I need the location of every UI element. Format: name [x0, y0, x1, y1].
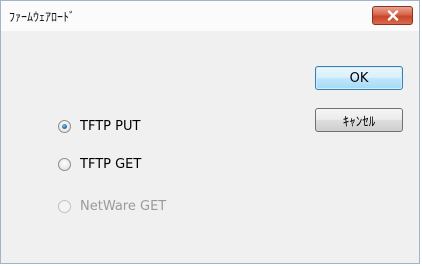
radio-tftp-put[interactable]: TFTP PUT	[58, 119, 140, 134]
ok-button-label: OK	[349, 70, 369, 86]
radio-label-tftp-put: TFTP PUT	[80, 119, 141, 134]
ok-button[interactable]: OK	[315, 66, 403, 90]
radio-button-disabled	[58, 200, 71, 213]
radio-netware-get: NetWare GET	[58, 199, 166, 214]
window-title: ﾌｧｰﾑｳｪｱﾛｰﾄﾞ	[9, 10, 76, 24]
dialog-body: OK ｷｬﾝｾﾙ TFTP PUT TFTP GET NetWare GET	[1, 31, 419, 263]
firmware-load-dialog: ﾌｧｰﾑｳｪｱﾛｰﾄﾞ OK ｷｬﾝｾﾙ TFTP PUT TFTP GET N…	[0, 0, 420, 264]
radio-label-tftp-get: TFTP GET	[80, 157, 142, 172]
close-icon	[387, 10, 398, 21]
cancel-button[interactable]: ｷｬﾝｾﾙ	[315, 108, 403, 132]
radio-label-netware-get: NetWare GET	[80, 199, 167, 214]
radio-button-selected[interactable]	[58, 120, 71, 133]
close-button[interactable]	[372, 6, 413, 25]
radio-button[interactable]	[58, 158, 71, 171]
cancel-button-label: ｷｬﾝｾﾙ	[342, 114, 376, 130]
title-bar[interactable]: ﾌｧｰﾑｳｪｱﾛｰﾄﾞ	[1, 1, 419, 31]
radio-tftp-get[interactable]: TFTP GET	[58, 157, 141, 172]
